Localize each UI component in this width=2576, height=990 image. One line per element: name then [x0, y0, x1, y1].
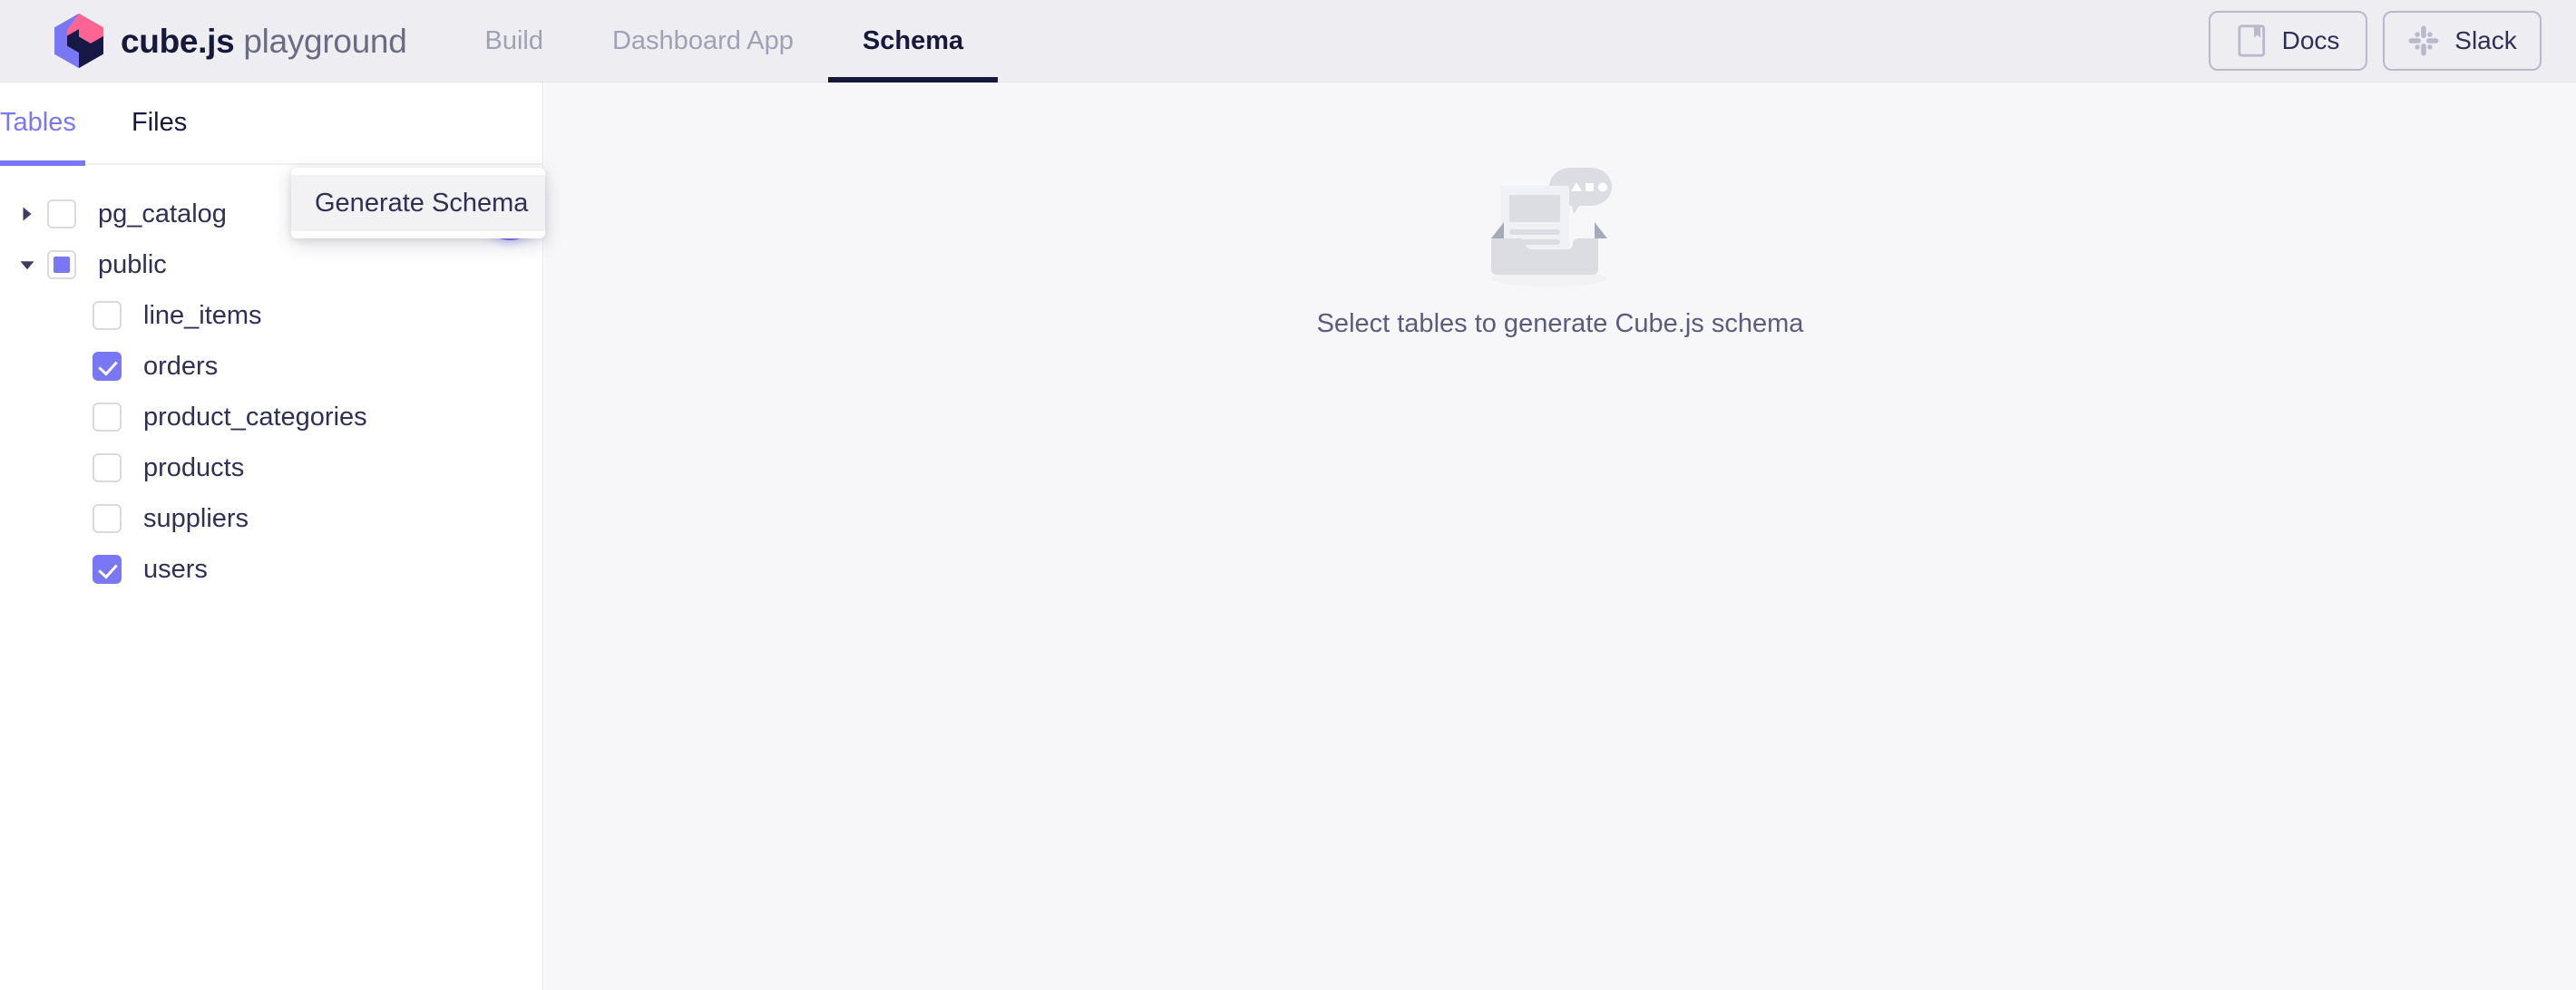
tree-row[interactable]: orders — [0, 341, 542, 392]
tree-item-label: product_categories — [143, 402, 367, 432]
empty-inbox-icon — [1491, 168, 1612, 286]
menu-item-generate-schema[interactable]: Generate Schema — [291, 175, 545, 231]
tree-item-label: line_items — [143, 300, 262, 330]
tree-checkbox-orders[interactable] — [93, 352, 122, 381]
generate-schema-dropdown: Generate Schema — [291, 168, 545, 238]
tree-checkbox-pg-catalog[interactable] — [47, 199, 76, 228]
header-actions: Docs Slack — [2209, 11, 2542, 71]
nav-tab-dashboard-app[interactable]: Dashboard App — [578, 0, 828, 82]
brand-title: cube.js playground — [121, 22, 407, 60]
caret-right-icon[interactable] — [13, 199, 42, 228]
tree-checkbox-public[interactable] — [47, 250, 76, 279]
tree-item-label: products — [143, 452, 245, 482]
slack-button-label: Slack — [2454, 26, 2517, 54]
book-icon — [2238, 24, 2265, 57]
sidebar-tab-files[interactable]: Files — [132, 82, 187, 164]
tree-checkbox-users[interactable] — [93, 555, 122, 584]
brand-title-light: playground — [234, 22, 407, 60]
nav-tab-schema[interactable]: Schema — [827, 0, 999, 82]
tree-checkbox-line-items[interactable] — [93, 301, 122, 330]
main-nav: Build Dashboard App Schema — [450, 0, 999, 82]
brand-logo-link[interactable]: cube.js playground — [53, 0, 407, 82]
cubejs-logo-icon — [54, 14, 103, 68]
tree-item-label: suppliers — [143, 503, 249, 533]
slack-icon — [2408, 25, 2439, 56]
tree-item-label: pg_catalog — [98, 199, 227, 228]
tree-checkbox-suppliers[interactable] — [93, 504, 122, 533]
docs-button[interactable]: Docs — [2209, 11, 2367, 71]
empty-state: Select tables to generate Cube.js schema — [544, 155, 2576, 339]
tree-row[interactable]: product_categories — [0, 392, 542, 442]
tree-checkbox-products[interactable] — [93, 453, 122, 482]
tree-row[interactable]: line_items — [0, 290, 542, 341]
tree-item-label: orders — [143, 351, 219, 381]
tree-row[interactable]: suppliers — [0, 493, 542, 544]
tree-item-label: public — [98, 249, 167, 279]
sidebar-tabbar: Tables Files — [0, 82, 542, 166]
tree-row[interactable]: users — [0, 544, 542, 595]
nav-tab-build[interactable]: Build — [450, 0, 578, 82]
main-content: Select tables to generate Cube.js schema — [544, 82, 2576, 990]
slack-button[interactable]: Slack — [2383, 11, 2542, 71]
tree-checkbox-product-categories[interactable] — [93, 403, 122, 432]
caret-down-icon[interactable] — [13, 250, 42, 279]
docs-button-label: Docs — [2281, 26, 2340, 54]
brand-title-bold: cube.js — [121, 22, 235, 60]
tree-item-label: users — [143, 554, 208, 584]
sidebar-tab-tables[interactable]: Tables — [0, 82, 85, 166]
tree-row[interactable]: public — [0, 239, 542, 290]
app-header: cube.js playground Build Dashboard App S… — [0, 0, 2576, 82]
empty-state-text: Select tables to generate Cube.js schema — [1316, 309, 1804, 338]
tree-row[interactable]: products — [0, 442, 542, 493]
